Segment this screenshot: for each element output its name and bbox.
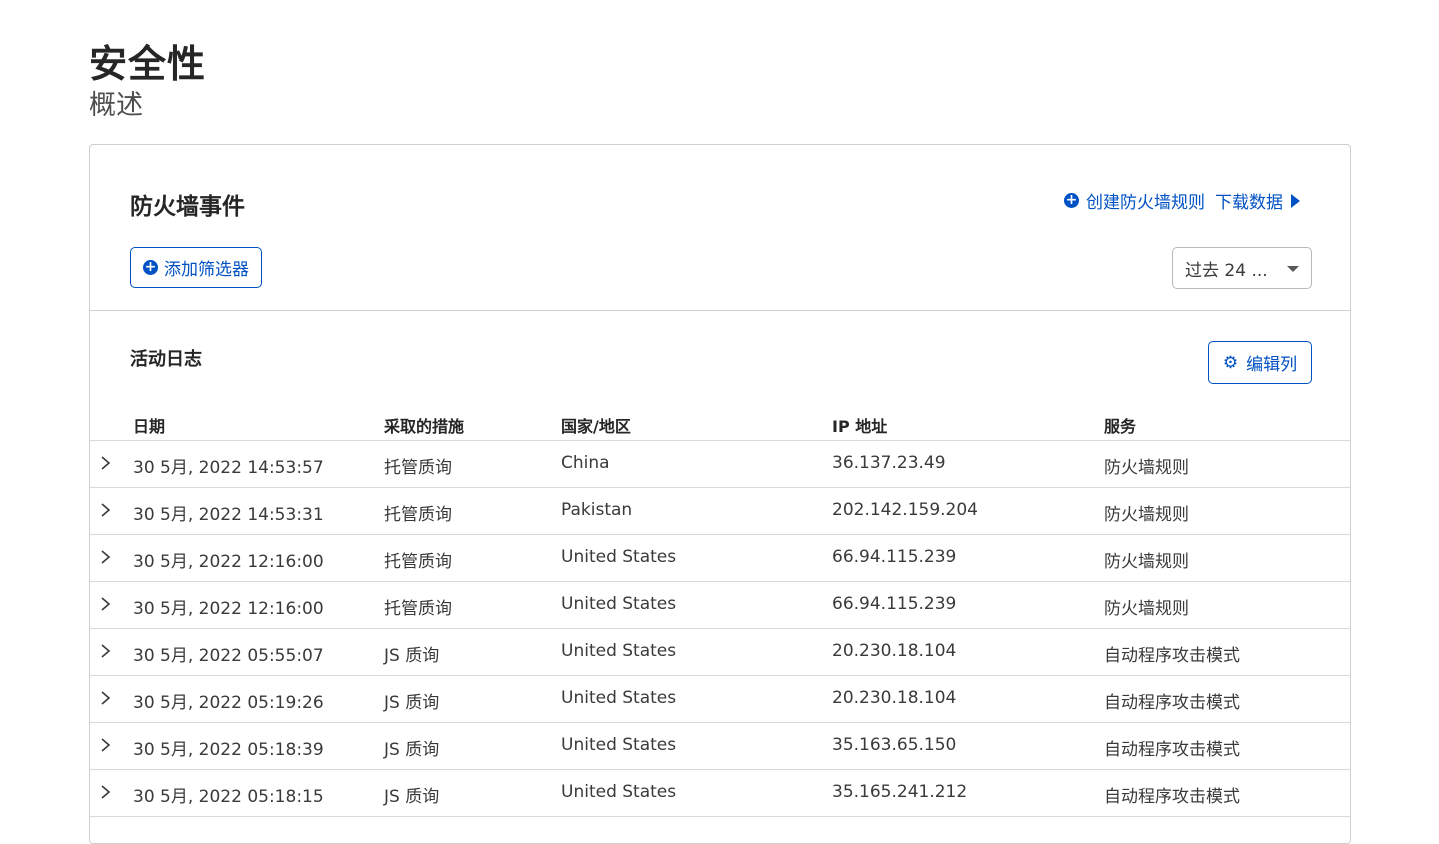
cell-action: 托管质询 xyxy=(384,552,452,572)
page-subtitle: 概述 xyxy=(89,90,143,121)
page-title: 安全性 xyxy=(89,42,207,86)
cell-ip: 35.165.241.212 xyxy=(832,782,968,802)
firewall-events-card: 防火墙事件 + 创建防火墙规则 下载数据 + 添加筛选器 过去 24 ... 活… xyxy=(89,144,1351,844)
cell-service: 防火墙规则 xyxy=(1104,552,1189,572)
create-firewall-rule-link[interactable]: + 创建防火墙规则 xyxy=(1064,188,1205,213)
cell-ip: 20.230.18.104 xyxy=(832,688,957,708)
cell-ip: 66.94.115.239 xyxy=(832,547,957,567)
chevron-right-icon[interactable] xyxy=(99,547,113,567)
column-header-ip[interactable]: IP 地址 xyxy=(832,413,887,437)
cell-service: 自动程序攻击模式 xyxy=(1104,646,1240,666)
chevron-right-icon[interactable] xyxy=(99,688,113,708)
cell-country: Pakistan xyxy=(561,500,633,520)
header-actions: + 创建防火墙规则 下载数据 xyxy=(1064,188,1300,213)
cell-ip: 35.163.65.150 xyxy=(832,735,957,755)
cell-date: 30 5月, 2022 14:53:31 xyxy=(133,505,324,525)
chevron-right-icon[interactable] xyxy=(99,453,113,473)
column-header-action[interactable]: 采取的措施 xyxy=(384,413,464,437)
cell-ip: 66.94.115.239 xyxy=(832,594,957,614)
column-header-date[interactable]: 日期 xyxy=(133,413,165,437)
time-range-value: 过去 24 ... xyxy=(1185,260,1268,281)
caret-down-icon xyxy=(1287,266,1299,272)
cell-date: 30 5月, 2022 05:19:26 xyxy=(133,693,324,713)
cell-ip: 20.230.18.104 xyxy=(832,641,957,661)
cell-action: 托管质询 xyxy=(384,458,452,478)
cell-date: 30 5月, 2022 12:16:00 xyxy=(133,599,324,619)
table-row[interactable]: 30 5月, 2022 14:53:31 托管质询 Pakistan 202.1… xyxy=(90,488,1350,535)
cell-service: 自动程序攻击模式 xyxy=(1104,740,1240,760)
cell-country: China xyxy=(561,453,610,473)
chevron-right-icon[interactable] xyxy=(99,782,113,802)
cell-service: 自动程序攻击模式 xyxy=(1104,693,1240,713)
table-row[interactable]: 30 5月, 2022 12:16:00 托管质询 United States … xyxy=(90,582,1350,629)
table-row[interactable]: 30 5月, 2022 14:53:57 托管质询 China 36.137.2… xyxy=(90,441,1350,488)
time-range-select[interactable]: 过去 24 ... xyxy=(1172,247,1312,289)
cell-service: 防火墙规则 xyxy=(1104,599,1189,619)
cell-country: United States xyxy=(561,594,677,614)
cell-service: 自动程序攻击模式 xyxy=(1104,787,1240,807)
cell-country: United States xyxy=(561,547,677,567)
section-divider xyxy=(90,310,1350,311)
cell-ip: 36.137.23.49 xyxy=(832,453,946,473)
cell-service: 防火墙规则 xyxy=(1104,458,1189,478)
table-header: 日期 采取的措施 国家/地区 IP 地址 服务 xyxy=(90,409,1350,441)
add-filter-button[interactable]: + 添加筛选器 xyxy=(130,247,262,288)
cell-date: 30 5月, 2022 14:53:57 xyxy=(133,458,324,478)
cell-date: 30 5月, 2022 12:16:00 xyxy=(133,552,324,572)
cell-country: United States xyxy=(561,688,677,708)
cell-action: JS 质询 xyxy=(384,787,440,807)
cell-action: 托管质询 xyxy=(384,505,452,525)
table-row[interactable]: 30 5月, 2022 05:55:07 JS 质询 United States… xyxy=(90,629,1350,676)
chevron-right-icon[interactable] xyxy=(99,641,113,661)
activity-log-title: 活动日志 xyxy=(130,349,202,370)
edit-columns-button[interactable]: ⚙ 编辑列 xyxy=(1208,341,1312,384)
cell-date: 30 5月, 2022 05:18:15 xyxy=(133,787,324,807)
cell-ip: 202.142.159.204 xyxy=(832,500,979,520)
activity-log-table-body: 30 5月, 2022 14:53:57 托管质询 China 36.137.2… xyxy=(90,441,1350,817)
table-row[interactable]: 30 5月, 2022 05:19:26 JS 质询 United States… xyxy=(90,676,1350,723)
plus-circle-icon: + xyxy=(1064,192,1079,208)
table-row[interactable]: 30 5月, 2022 05:18:39 JS 质询 United States… xyxy=(90,723,1350,770)
caret-right-icon xyxy=(1291,193,1300,208)
cell-action: JS 质询 xyxy=(384,646,440,666)
table-row[interactable]: 30 5月, 2022 12:16:00 托管质询 United States … xyxy=(90,535,1350,582)
download-data-label: 下载数据 xyxy=(1215,193,1283,213)
chevron-right-icon[interactable] xyxy=(99,594,113,614)
create-firewall-rule-label: 创建防火墙规则 xyxy=(1086,193,1205,213)
cell-date: 30 5月, 2022 05:18:39 xyxy=(133,740,324,760)
cell-country: United States xyxy=(561,641,677,661)
column-header-service[interactable]: 服务 xyxy=(1104,413,1136,437)
cell-action: JS 质询 xyxy=(384,740,440,760)
download-data-link[interactable]: 下载数据 xyxy=(1215,188,1300,213)
cell-service: 防火墙规则 xyxy=(1104,505,1189,525)
gear-icon: ⚙ xyxy=(1222,352,1239,373)
add-filter-label: 添加筛选器 xyxy=(164,260,249,280)
plus-circle-icon: + xyxy=(143,259,158,275)
firewall-events-title: 防火墙事件 xyxy=(130,194,245,220)
cell-country: United States xyxy=(561,735,677,755)
cell-date: 30 5月, 2022 05:55:07 xyxy=(133,646,324,666)
column-header-country[interactable]: 国家/地区 xyxy=(561,413,631,437)
chevron-right-icon[interactable] xyxy=(99,735,113,755)
cell-country: United States xyxy=(561,782,677,802)
table-row[interactable]: 30 5月, 2022 05:18:15 JS 质询 United States… xyxy=(90,770,1350,817)
cell-action: 托管质询 xyxy=(384,599,452,619)
cell-action: JS 质询 xyxy=(384,693,440,713)
chevron-right-icon[interactable] xyxy=(99,500,113,520)
edit-columns-label: 编辑列 xyxy=(1246,355,1298,375)
